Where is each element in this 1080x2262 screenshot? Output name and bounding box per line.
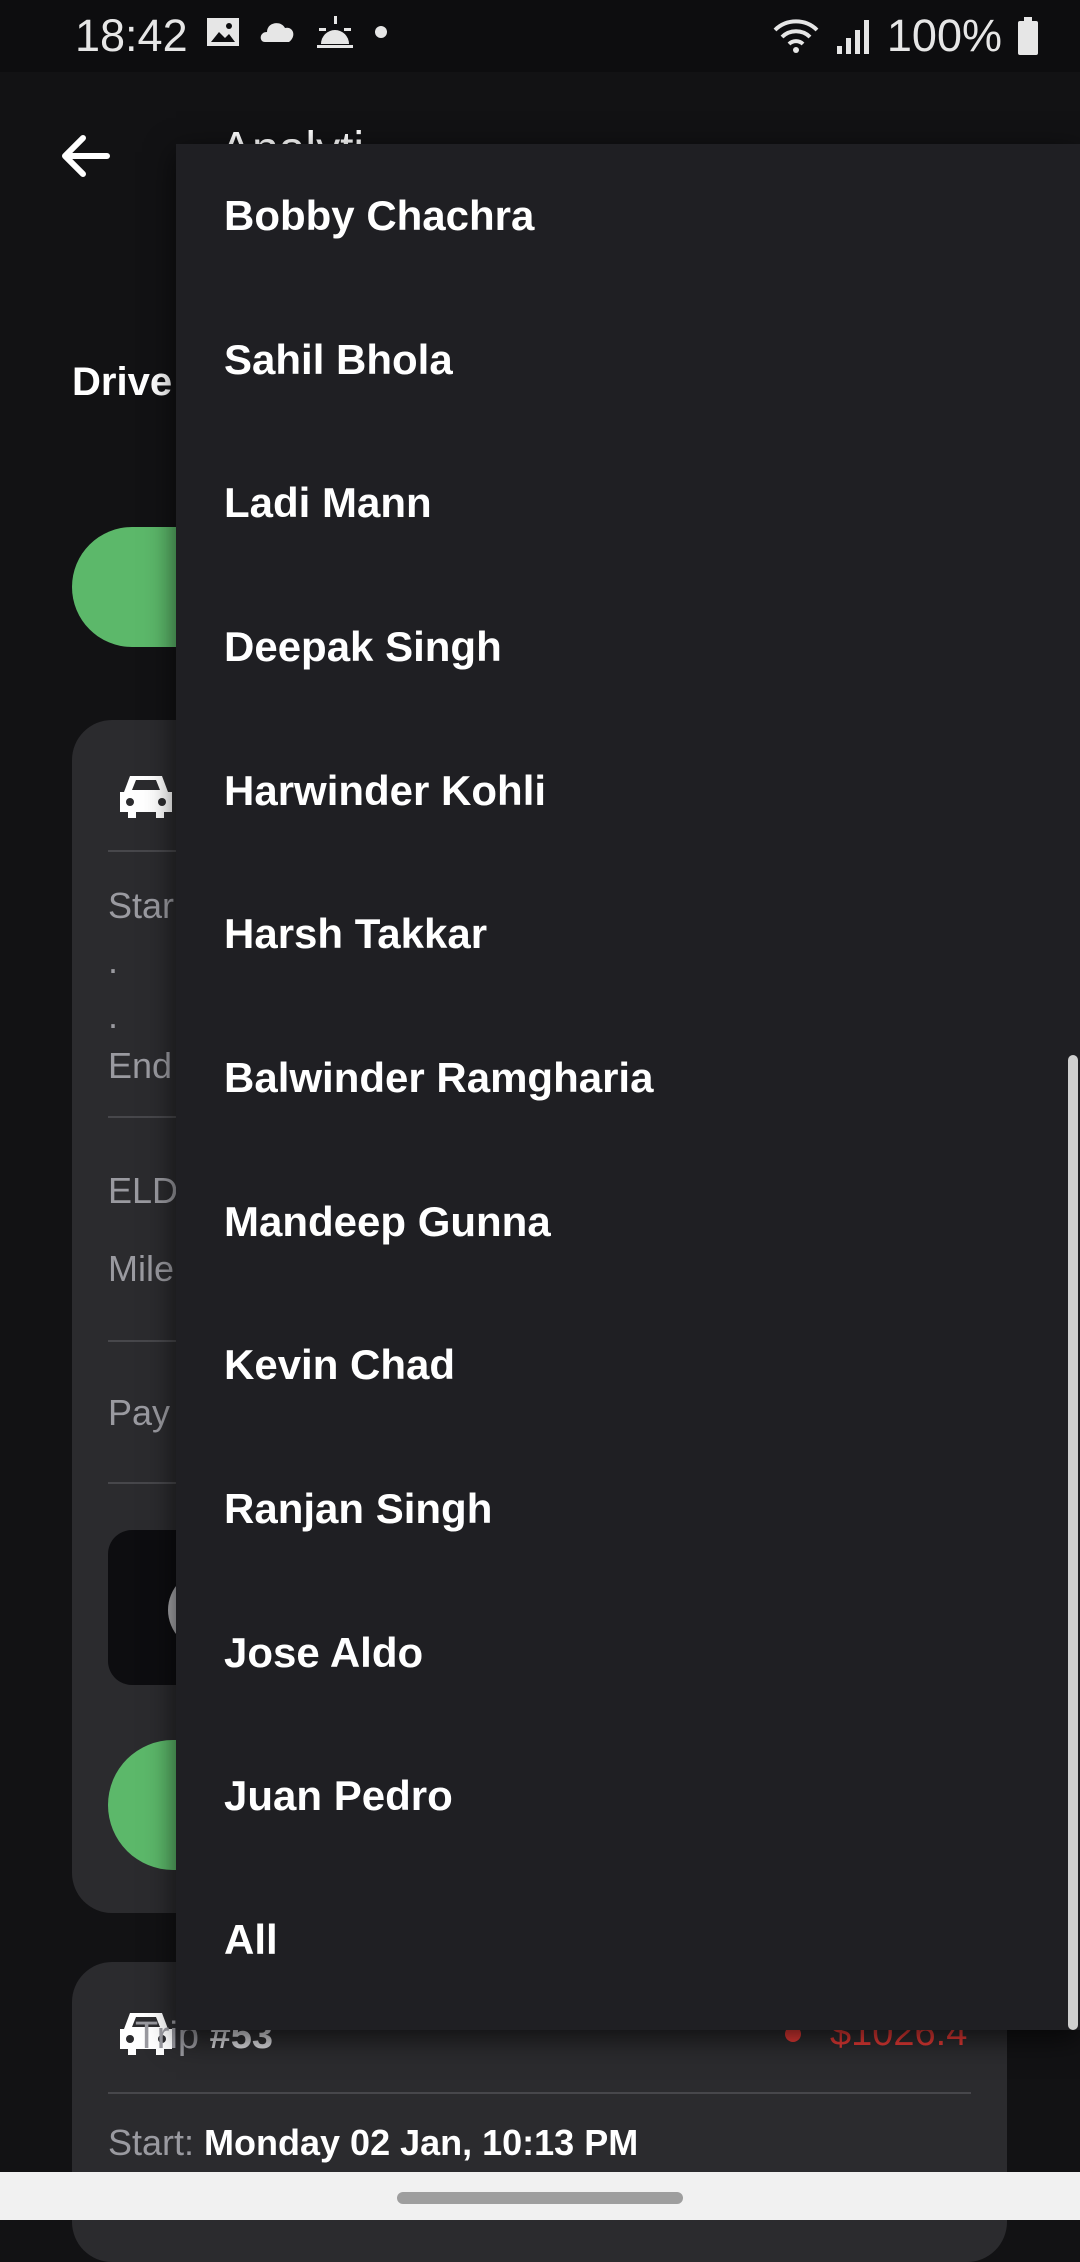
battery-icon	[1018, 17, 1038, 55]
signal-icon	[836, 20, 869, 54]
menu-item-driver[interactable]: Balwinder Ramgharia	[176, 1006, 1080, 1150]
menu-item-driver[interactable]: Juan Pedro	[176, 1725, 1080, 1869]
section-label: Drive	[72, 360, 173, 404]
menu-item-driver[interactable]: Harwinder Kohli	[176, 719, 1080, 863]
status-bar: 18:42 100%	[0, 0, 1080, 72]
menu-item-all[interactable]: All	[176, 1868, 1080, 2012]
start-label: Start:	[108, 2122, 195, 2163]
menu-item-driver[interactable]: Ladi Mann	[176, 431, 1080, 575]
start-value: Monday 02 Jan, 10:13 PM	[204, 2122, 639, 2163]
payment-label: Pay	[108, 1392, 171, 1433]
menu-item-driver[interactable]: Kevin Chad	[176, 1294, 1080, 1438]
menu-item-driver[interactable]: Mandeep Gunna	[176, 1150, 1080, 1294]
mileage-label: Mile	[108, 1248, 175, 1289]
menu-scrollbar[interactable]	[1068, 1055, 1078, 2030]
menu-item-driver[interactable]: Bobby Chachra	[176, 144, 1080, 288]
home-gesture-handle[interactable]	[397, 2192, 683, 2204]
back-arrow-icon[interactable]	[55, 126, 115, 186]
status-right: 100%	[771, 10, 1040, 62]
car-icon	[120, 776, 172, 818]
status-time: 18:42	[75, 10, 188, 61]
eld-label: ELD	[108, 1170, 179, 1211]
status-notification-icons	[205, 14, 389, 50]
divider	[108, 2092, 971, 2094]
menu-item-driver[interactable]: Deepak Singh	[176, 575, 1080, 719]
start-label: Star	[108, 885, 175, 926]
trip-start: Start: Monday 02 Jan, 10:13 PM	[108, 2122, 638, 2164]
route-dot: .	[108, 995, 119, 1036]
end-label: End	[108, 1045, 173, 1086]
route-dot: .	[108, 940, 119, 981]
menu-item-driver[interactable]: Harsh Takkar	[176, 862, 1080, 1006]
cloud-icon	[260, 23, 294, 42]
wifi-icon	[773, 19, 819, 53]
sunrise-icon	[317, 16, 353, 48]
menu-item-driver[interactable]: Ranjan Singh	[176, 1437, 1080, 1581]
menu-item-driver[interactable]: Jose Aldo	[176, 1581, 1080, 1725]
dot-icon	[375, 26, 387, 38]
battery-percent: 100%	[886, 10, 1002, 61]
gallery-icon	[207, 18, 239, 46]
menu-item-driver[interactable]: Sahil Bhola	[176, 288, 1080, 432]
driver-dropdown-menu: Bobby Chachra Sahil Bhola Ladi Mann Deep…	[176, 144, 1080, 2030]
